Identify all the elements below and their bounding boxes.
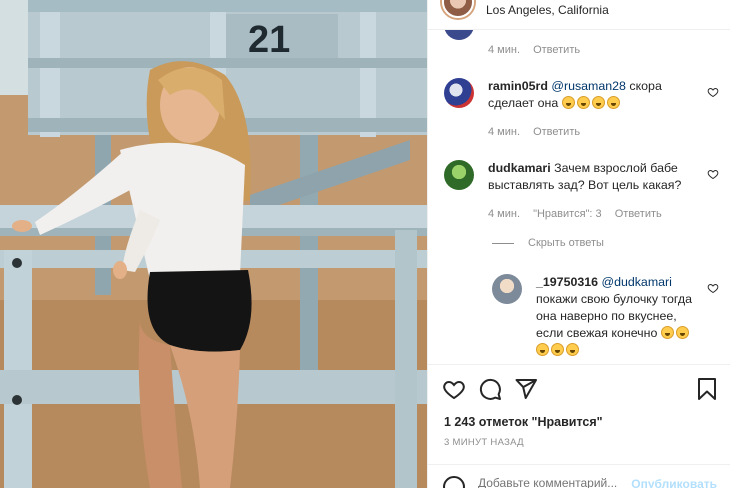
bookmark-icon[interactable] xyxy=(695,377,719,401)
comment-avatar[interactable] xyxy=(492,274,522,304)
grinning-emoji-icon xyxy=(675,326,689,339)
paper-plane-icon[interactable] xyxy=(514,377,538,401)
hide-replies-label: Скрыть ответы xyxy=(528,237,604,249)
reply-button[interactable]: Ответить xyxy=(615,208,662,220)
hide-replies-line xyxy=(492,242,514,244)
post-photo-illustration: 21 xyxy=(0,0,427,488)
comment-body: ramin05rd @rusaman28 скора сделает она xyxy=(488,78,698,112)
comment-username[interactable]: ramin05rd xyxy=(488,79,548,93)
comment-meta: 4 мин. "Нравится": 3 Ответить xyxy=(488,208,672,220)
grinning-emoji-icon xyxy=(536,343,549,356)
comment-mention[interactable]: @rusaman28 xyxy=(551,79,626,93)
reply-button[interactable]: Ответить xyxy=(533,44,580,56)
comment-bubble-icon[interactable] xyxy=(478,377,502,401)
comments-list[interactable]: 4 мин. Ответить ramin05rd @rusaman28 ско… xyxy=(428,30,730,364)
post-location[interactable]: Los Angeles, California xyxy=(486,3,609,17)
emoji-smile-icon[interactable] xyxy=(442,475,466,488)
heart-icon[interactable] xyxy=(442,377,466,401)
grinning-emoji-icon xyxy=(660,326,674,339)
author-avatar[interactable] xyxy=(442,0,474,18)
comment-likes-count[interactable]: "Нравится": 3 xyxy=(533,208,602,220)
likes-count[interactable]: 1 243 отметок "Нравится" xyxy=(444,415,603,429)
comment-username[interactable]: _19750316 xyxy=(536,275,598,289)
post-header: Los Angeles, California xyxy=(428,0,730,30)
hide-replies-button[interactable]: Скрыть ответы xyxy=(492,237,604,249)
comment-input[interactable] xyxy=(478,473,648,488)
comment-time: 4 мин. xyxy=(488,208,521,220)
comment-avatar[interactable] xyxy=(444,30,474,40)
comment-avatar[interactable] xyxy=(444,78,474,108)
comment-like-heart-icon[interactable] xyxy=(707,168,719,180)
comment-emojis xyxy=(561,96,622,110)
post-timestamp[interactable]: 3 минут назад xyxy=(444,437,524,448)
tower-number: 21 xyxy=(248,19,290,61)
laughing-emoji-icon xyxy=(561,96,575,109)
comment-mention[interactable]: @dudkamari xyxy=(601,275,671,289)
yum-emoji-icon xyxy=(551,343,564,356)
laughing-emoji-icon xyxy=(591,96,605,109)
comment-time: 4 мин. xyxy=(488,44,521,56)
add-comment-bar: Опубликовать xyxy=(428,464,730,488)
publish-button[interactable]: Опубликовать xyxy=(631,477,717,488)
reply-button[interactable]: Ответить xyxy=(533,126,580,138)
post-actions-bar xyxy=(428,372,730,406)
post-photo[interactable]: 21 xyxy=(0,0,427,488)
comment-meta: 4 мин. Ответить xyxy=(488,44,590,56)
yum-emoji-icon xyxy=(566,343,579,356)
comment-like-heart-icon[interactable] xyxy=(707,86,719,98)
comment-meta: 4 мин. Ответить xyxy=(488,126,590,138)
panel-divider xyxy=(428,364,730,365)
comment-like-heart-icon[interactable] xyxy=(707,282,719,294)
comment-avatar[interactable] xyxy=(444,160,474,190)
post-side-panel: Los Angeles, California 4 мин. Ответить … xyxy=(427,0,730,488)
comment-body: _19750316 @dudkamari покажи свою булочку… xyxy=(536,274,696,359)
laughing-emoji-icon xyxy=(606,96,620,109)
comment-body: dudkamari Зачем взрослой бабе выставлять… xyxy=(488,160,698,194)
comment-username[interactable]: dudkamari xyxy=(488,161,551,175)
laughing-emoji-icon xyxy=(576,96,590,109)
comment-time: 4 мин. xyxy=(488,126,521,138)
